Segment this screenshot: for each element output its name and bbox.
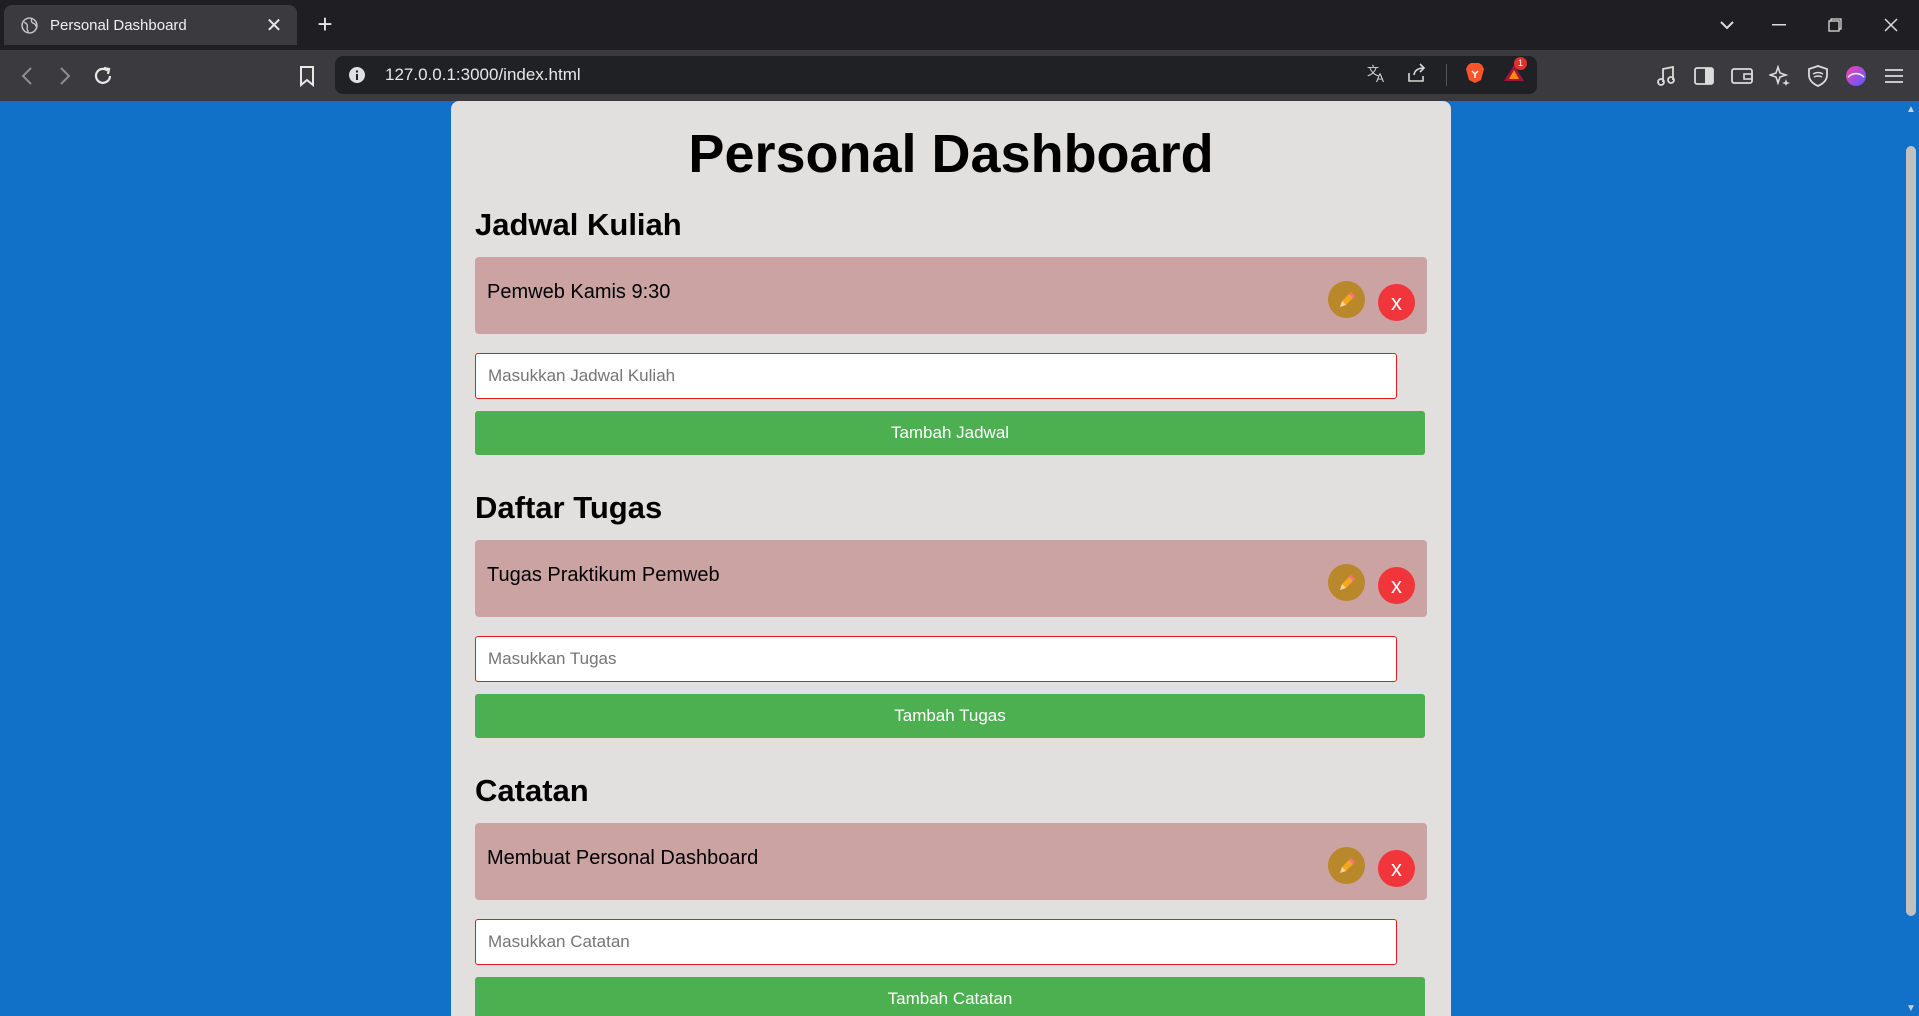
edit-button[interactable]	[1328, 564, 1365, 601]
scroll-down-arrow-icon[interactable]: ▼	[1906, 1004, 1916, 1014]
address-bar[interactable]: 127.0.0.1:3000/index.html 文A 1	[335, 56, 1537, 94]
section-heading: Daftar Tugas	[475, 490, 663, 525]
back-icon[interactable]	[12, 61, 42, 91]
add-catatan-button[interactable]: Tambah Catatan	[475, 977, 1425, 1016]
delete-button[interactable]: x	[1378, 567, 1415, 604]
item-text: Pemweb Kamis 9:30	[487, 281, 671, 303]
page-viewport: Personal Dashboard Jadwal Kuliah Pemweb …	[0, 101, 1919, 1016]
share-icon[interactable]	[1406, 62, 1428, 88]
translate-icon[interactable]: 文A	[1366, 63, 1388, 88]
section-jadwal-kuliah: Jadwal Kuliah Pemweb Kamis 9:30 x Tambah…	[475, 205, 1427, 455]
pencil-icon	[1339, 574, 1355, 590]
tab-close-icon[interactable]: ✕	[263, 13, 285, 38]
wallet-icon[interactable]	[1729, 63, 1755, 89]
item-text: Membuat Personal Dashboard	[487, 847, 759, 869]
bookmark-icon[interactable]	[292, 61, 322, 91]
menu-icon[interactable]	[1881, 63, 1907, 89]
item-text: Tugas Praktikum Pemweb	[487, 564, 720, 586]
dashboard-card: Personal Dashboard Jadwal Kuliah Pemweb …	[451, 101, 1451, 1016]
list-item: Pemweb Kamis 9:30 x	[475, 257, 1427, 334]
delete-button[interactable]: x	[1378, 850, 1415, 887]
add-jadwal-button[interactable]: Tambah Jadwal	[475, 411, 1425, 455]
new-tab-button[interactable]: +	[310, 9, 340, 39]
section-heading: Jadwal Kuliah	[475, 207, 682, 242]
list-item: Membuat Personal Dashboard x	[475, 823, 1427, 900]
add-tugas-button[interactable]: Tambah Tugas	[475, 694, 1425, 738]
rewards-badge: 1	[1514, 56, 1527, 70]
scrollbar-thumb[interactable]	[1906, 146, 1916, 916]
jadwal-input[interactable]	[475, 353, 1397, 399]
catatan-input[interactable]	[475, 919, 1397, 965]
tab-strip: Personal Dashboard ✕ +	[0, 0, 1919, 50]
tab-search-chevron-icon[interactable]	[1714, 10, 1740, 40]
media-icon[interactable]	[1653, 63, 1679, 89]
delete-button[interactable]: x	[1378, 284, 1415, 321]
tugas-input[interactable]	[475, 636, 1397, 682]
pencil-icon	[1339, 291, 1355, 307]
close-window-icon[interactable]	[1876, 10, 1906, 40]
scroll-up-arrow-icon[interactable]: ▲	[1906, 105, 1916, 115]
globe-icon	[20, 16, 38, 34]
minimize-icon[interactable]	[1764, 10, 1794, 40]
edit-button[interactable]	[1328, 847, 1365, 884]
site-info-icon[interactable]	[347, 65, 367, 85]
section-catatan: Catatan Membuat Personal Dashboard x Tam…	[475, 771, 1427, 1016]
svg-text:A: A	[1376, 71, 1384, 83]
edit-button[interactable]	[1328, 281, 1365, 318]
vpn-shield-icon[interactable]	[1805, 63, 1831, 89]
page-scrollbar[interactable]: ▲ ▼	[1902, 101, 1919, 1016]
section-heading: Catatan	[475, 773, 589, 808]
reload-icon[interactable]	[88, 61, 118, 91]
url-text[interactable]: 127.0.0.1:3000/index.html	[385, 65, 1366, 85]
list-item: Tugas Praktikum Pemweb x	[475, 540, 1427, 617]
separator	[1446, 64, 1447, 86]
browser-tab[interactable]: Personal Dashboard ✕	[4, 5, 297, 45]
sidebar-icon[interactable]	[1691, 63, 1717, 89]
brave-lion-icon[interactable]	[1465, 62, 1485, 89]
profile-avatar-icon[interactable]	[1843, 63, 1869, 89]
section-daftar-tugas: Daftar Tugas Tugas Praktikum Pemweb x Ta…	[475, 488, 1427, 738]
pencil-icon	[1339, 857, 1355, 873]
brave-rewards-icon[interactable]: 1	[1503, 56, 1527, 88]
tab-title: Personal Dashboard	[50, 16, 187, 34]
forward-icon[interactable]	[50, 61, 80, 91]
restore-icon[interactable]	[1820, 10, 1850, 40]
leo-ai-icon[interactable]	[1767, 63, 1793, 89]
browser-toolbar: 127.0.0.1:3000/index.html 文A 1	[0, 50, 1919, 101]
page-title: Personal Dashboard	[688, 124, 1214, 184]
